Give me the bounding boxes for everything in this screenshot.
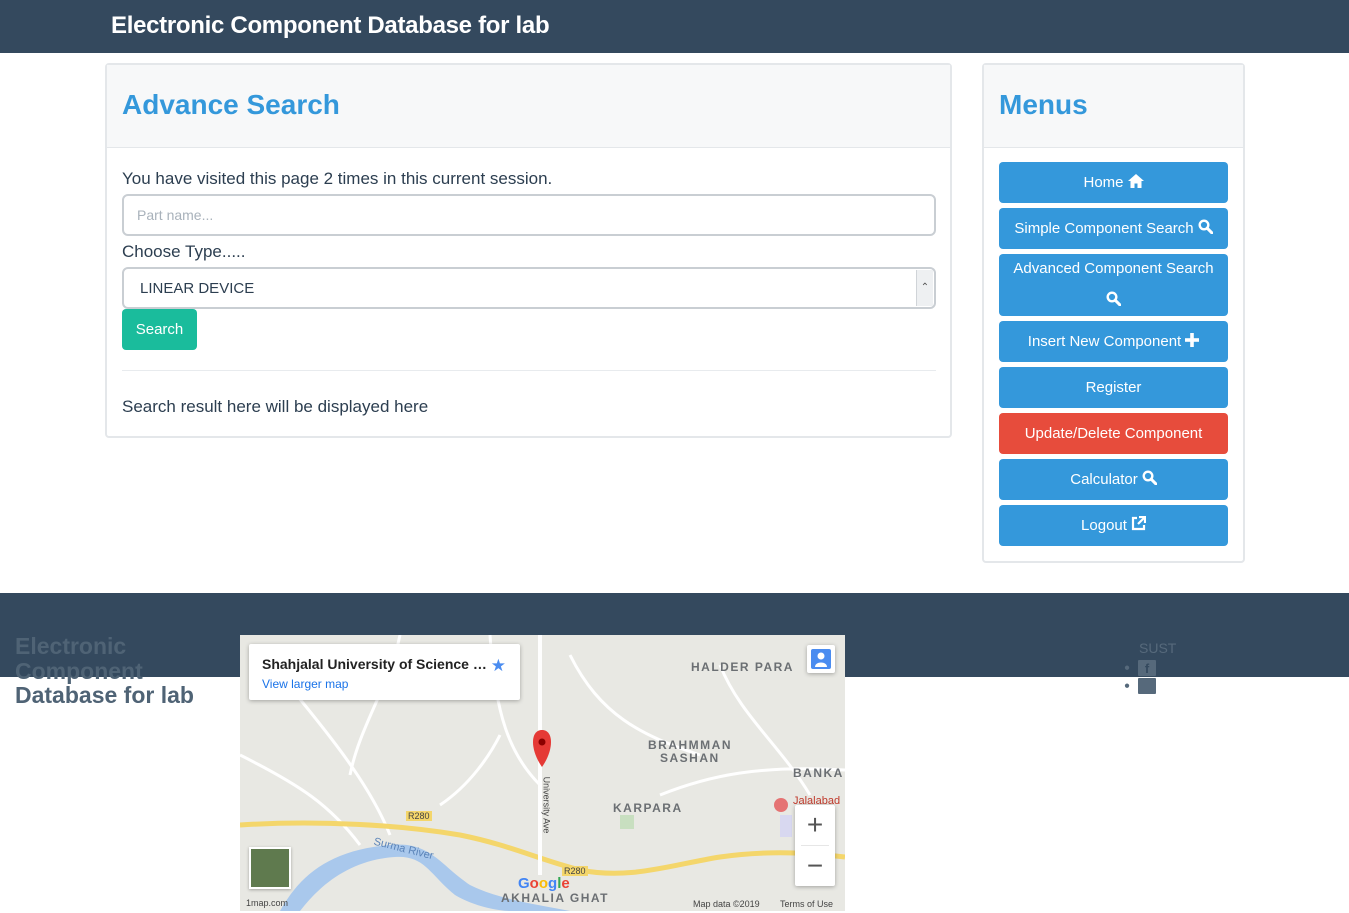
embedded-map[interactable]: HALDER PARA BRAHMMAN SASHAN BANKA KARPAR… [240,635,845,911]
menu-item-label: Calculator [1070,471,1138,488]
social-facebook[interactable]: ● f [1124,660,1157,676]
search-result-text: Search result here will be displayed her… [122,397,429,416]
map-label: KARPARA [613,801,683,815]
home-icon [1127,173,1144,192]
menu-logout-button[interactable]: Logout [999,505,1228,546]
map-label: HALDER PARA [691,660,794,674]
star-icon[interactable]: ★ [491,656,506,676]
top-navbar: Electronic Component Database for lab [0,0,1349,53]
map-place-card: Shahjalal University of Science and ... … [249,644,520,700]
map-label: R280 [406,811,432,821]
menu-item-label: Simple Component Search [1014,220,1194,237]
brand-title[interactable]: Electronic Component Database for lab [111,12,550,40]
menu-home-button[interactable]: Home [999,162,1228,203]
menu-calculator-button[interactable]: Calculator [999,459,1228,500]
menu-advanced-search-button[interactable]: Advanced Component Search [999,254,1228,316]
part-name-input[interactable] [122,194,936,236]
footer-brand: Electronic Component Database for lab [15,633,194,708]
map-label: University Ave [541,776,552,834]
chevron-down-icon: ⌃ [916,270,933,306]
choose-type-label: Choose Type..... [122,242,246,261]
external-link-icon [1131,515,1147,535]
comment-icon [1138,678,1157,694]
search-icon [1005,291,1222,310]
map-label: BRAHMMAN [648,738,732,752]
type-select-value: LINEAR DEVICE [140,280,255,297]
map-label: BANKA [793,766,844,780]
menu-item-label: Logout [1081,517,1127,534]
pegman-icon[interactable] [807,645,835,673]
zoom-out-button[interactable]: − [795,846,835,886]
map-data-text: Map data ©2019 [693,899,760,909]
menu-insert-component-button[interactable]: Insert New Component [999,321,1228,362]
visit-count-text: You have visited this page 2 times in th… [122,169,553,188]
menu-item-label: Insert New Component [1027,333,1182,350]
zoom-in-button[interactable]: + [795,805,835,845]
map-label: SASHAN [660,751,720,765]
search-icon [1142,470,1158,489]
social-comment[interactable]: ● [1124,678,1157,694]
map-attribution-site[interactable]: 1map.com [246,898,288,908]
panel-title: Menus [999,89,1088,120]
menus-panel: Menus Home Simple Component Search Advan… [982,63,1245,563]
menu-register-button[interactable]: Register [999,367,1228,408]
menu-update-delete-button[interactable]: Update/Delete Component [999,413,1228,454]
menu-item-label: Advanced Component Search [1013,259,1214,277]
google-logo: Google [518,875,570,892]
menu-simple-search-button[interactable]: Simple Component Search [999,208,1228,249]
facebook-icon: f [1138,660,1157,676]
search-icon [1198,219,1214,238]
map-place-title: Shahjalal University of Science and ... [262,656,494,672]
menu-item-label: Update/Delete Component [1024,425,1203,442]
map-label: AKHALIA GHAT [501,891,609,905]
terms-of-use-link[interactable]: Terms of Use [780,899,833,909]
view-larger-map-link[interactable]: View larger map [262,677,348,691]
sust-label: SUST [1139,640,1177,656]
search-button[interactable]: Search [122,309,197,350]
menu-item-label: Register [1085,379,1142,396]
menu-item-label: Home [1083,174,1124,191]
advance-search-panel: Advance Search You have visited this pag… [105,63,952,438]
map-zoom-control: + − [795,805,835,886]
divider [122,370,936,371]
satellite-toggle[interactable] [249,847,291,889]
panel-title: Advance Search [122,89,340,120]
plus-icon [1185,332,1200,351]
type-select[interactable]: LINEAR DEVICE ⌃ [122,267,936,309]
